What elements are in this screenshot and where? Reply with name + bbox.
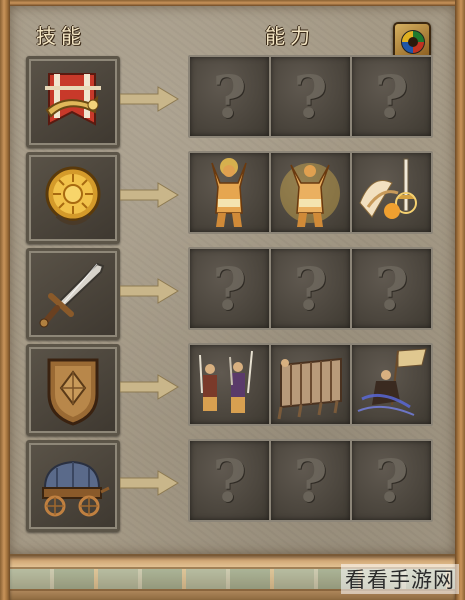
- unknown-icon: ?: [293, 446, 328, 515]
- ability-slot-4-3[interactable]: [350, 343, 433, 426]
- skill-slot-5[interactable]: [26, 440, 120, 532]
- skills-panel: 技能 能力 ? ? ? ? ? ? ? ? ?: [10, 6, 455, 554]
- skill-slot-2[interactable]: [26, 152, 120, 244]
- ability-slot-3-3[interactable]: ?: [350, 247, 433, 330]
- unknown-icon: ?: [293, 254, 328, 323]
- radiant-figure-icon: [280, 163, 340, 227]
- ability-slot-1-2[interactable]: ?: [269, 55, 352, 138]
- skills-column-header: 技能: [36, 24, 86, 48]
- shield-icon: [47, 358, 99, 426]
- unknown-icon: ?: [293, 62, 328, 131]
- swordsmen-icon: [199, 350, 253, 413]
- unknown-icon: ?: [374, 254, 409, 323]
- ability-slot-4-2[interactable]: [269, 343, 352, 426]
- skill-row-4: [26, 343, 436, 436]
- ability-slot-5-1[interactable]: ?: [188, 439, 271, 522]
- skill-row-3: ? ? ?: [26, 247, 436, 340]
- unknown-icon: ?: [374, 62, 409, 131]
- ability-slot-1-1[interactable]: ?: [188, 55, 271, 138]
- supply-wagon-icon: [42, 460, 110, 517]
- arrow-right-icon: [120, 182, 179, 208]
- ability-slot-4-1[interactable]: [188, 343, 271, 426]
- arrow-right-icon: [120, 374, 179, 400]
- charging-warrior-icon: [357, 348, 427, 416]
- ability-slot-1-3[interactable]: ?: [350, 55, 433, 138]
- ability-slot-5-2[interactable]: ?: [269, 439, 352, 522]
- sun-medallion-icon: [45, 166, 101, 225]
- unknown-icon: ?: [212, 62, 247, 131]
- unknown-icon: ?: [374, 446, 409, 515]
- skill-slot-3[interactable]: [26, 248, 120, 340]
- skill-row-2: [26, 151, 436, 244]
- arrow-right-icon: [120, 470, 179, 496]
- abilities-column-header: 能力: [265, 24, 315, 48]
- skill-slot-1[interactable]: [26, 56, 120, 148]
- ability-slot-2-1[interactable]: [188, 151, 271, 234]
- ability-slot-5-3[interactable]: ?: [350, 439, 433, 522]
- arrow-right-icon: [120, 86, 179, 112]
- sword-icon: [39, 262, 105, 328]
- skill-row-5: ? ? ?: [26, 439, 436, 532]
- unknown-icon: ?: [212, 254, 247, 323]
- shield-wall-icon: [277, 357, 342, 420]
- ability-slot-3-1[interactable]: ?: [188, 247, 271, 330]
- winged-sword-icon: [359, 158, 417, 219]
- watermark: 看看手游网: [341, 564, 459, 594]
- ability-slot-2-3[interactable]: [350, 151, 433, 234]
- skill-slot-4[interactable]: [26, 344, 120, 436]
- angel-figure-icon: [211, 158, 247, 227]
- horn-banner-icon: [45, 73, 101, 126]
- ability-slot-2-2[interactable]: [269, 151, 352, 234]
- ability-slot-3-2[interactable]: ?: [269, 247, 352, 330]
- unknown-icon: ?: [212, 446, 247, 515]
- skill-row-1: ? ? ?: [26, 55, 436, 148]
- arrow-right-icon: [120, 278, 179, 304]
